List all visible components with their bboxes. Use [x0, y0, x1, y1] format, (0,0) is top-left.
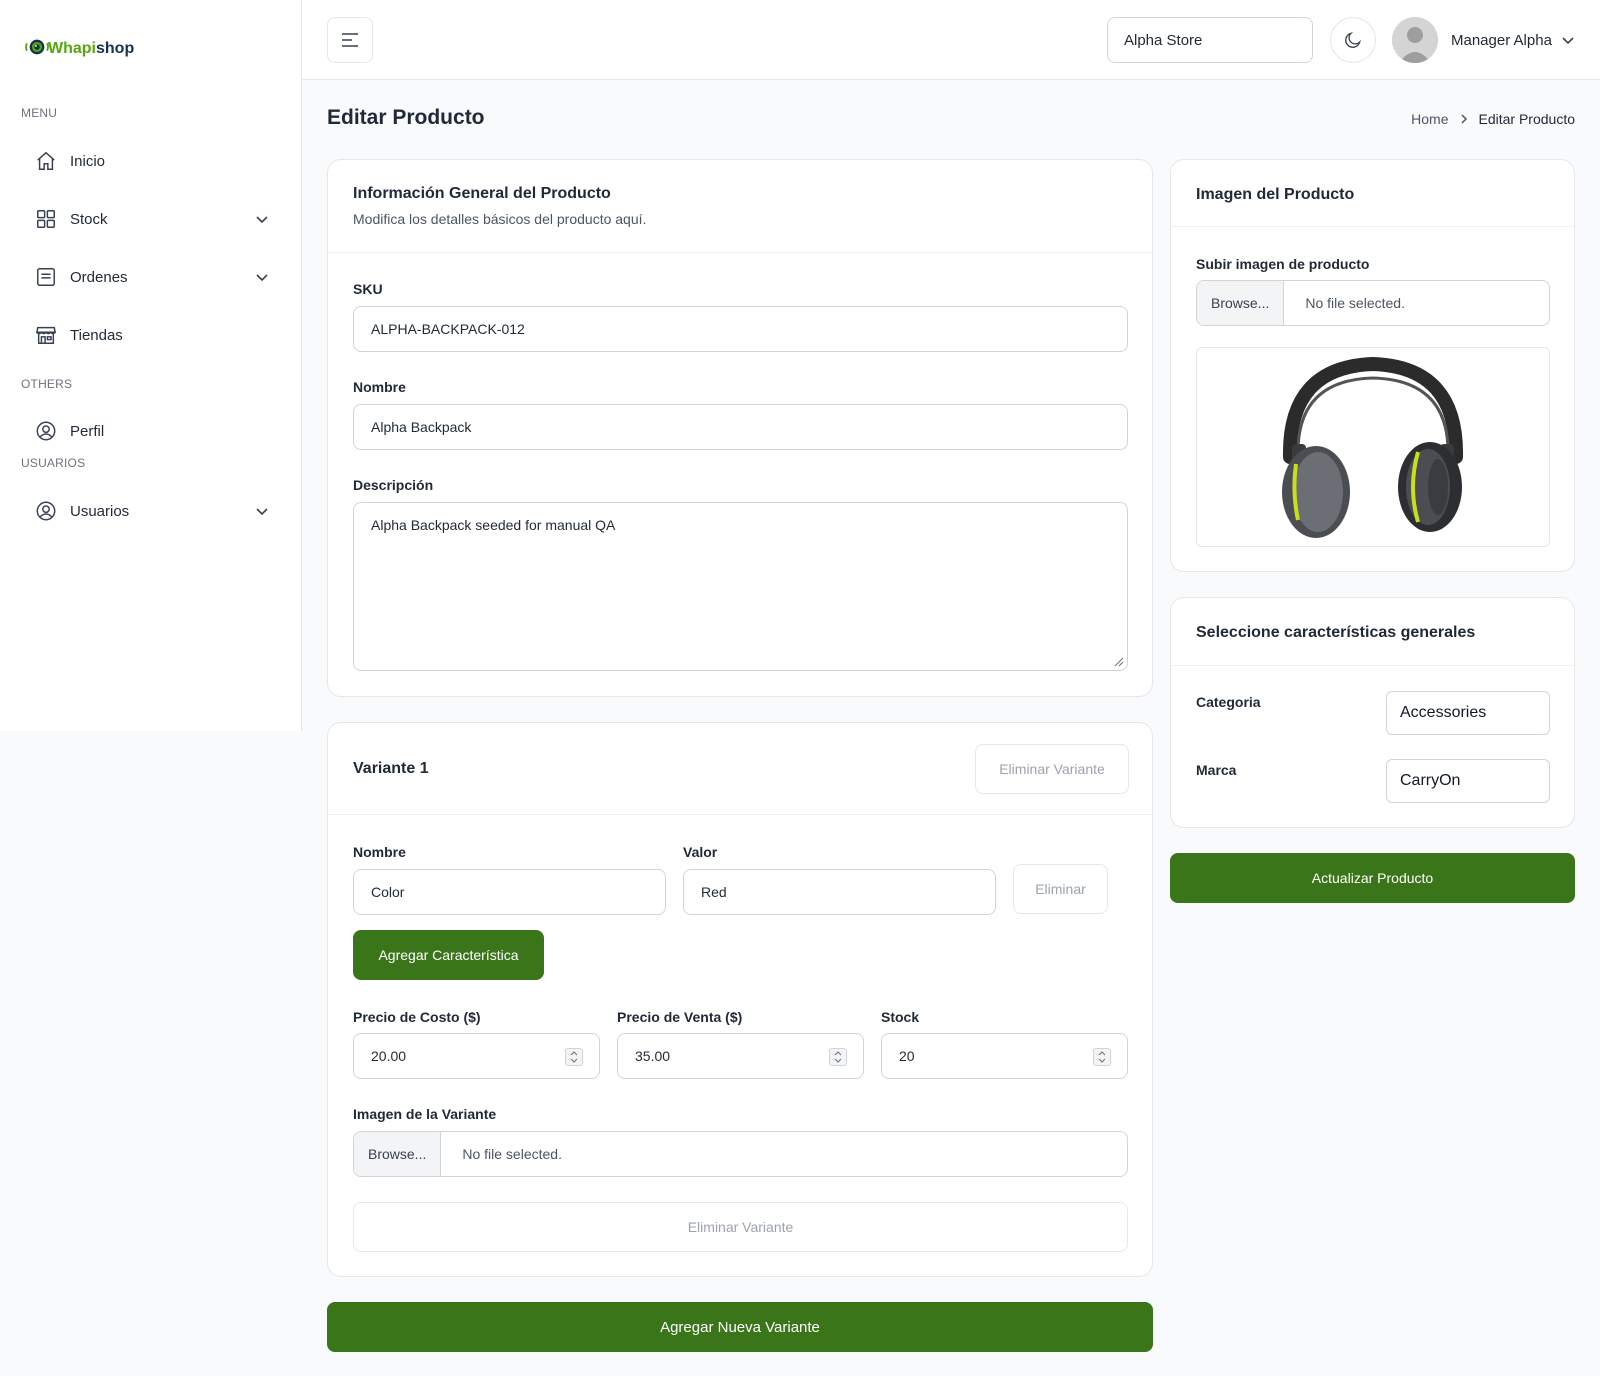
sale-price-input[interactable]: 35.00	[617, 1033, 864, 1079]
stock-input[interactable]: 20	[881, 1033, 1128, 1079]
moon-icon	[1345, 31, 1362, 48]
stock-label: Stock	[881, 1009, 920, 1025]
variant-image-input[interactable]: Browse... No file selected.	[353, 1131, 1128, 1177]
sidebar: Whapishop MENU Inicio Stock Ordenes Tien…	[0, 0, 302, 731]
category-label: Categoria	[1196, 694, 1261, 710]
attribute-name-input[interactable]: Color	[353, 869, 666, 915]
user-circle-icon	[34, 419, 58, 443]
sidebar-item-label: Ordenes	[70, 268, 128, 286]
logo-icon	[25, 39, 49, 55]
card-title: Imagen del Producto	[1196, 186, 1355, 203]
sale-price-label: Precio de Venta ($)	[617, 1009, 743, 1025]
sidebar-item-tiendas[interactable]: Tiendas	[34, 317, 270, 353]
page-title: Editar Producto	[327, 106, 485, 129]
category-select[interactable]: Accessories	[1386, 691, 1550, 735]
avatar	[1392, 17, 1438, 63]
brand-select[interactable]: CarryOn	[1386, 759, 1550, 803]
remove-variant-button[interactable]: Eliminar Variante	[975, 744, 1129, 794]
resize-handle-icon[interactable]	[1112, 655, 1124, 667]
variant-card: Variante 1 Eliminar Variante Nombre Valo…	[327, 722, 1153, 1277]
sidebar-item-label: Stock	[70, 210, 108, 228]
cost-price-value: 20.00	[371, 1048, 407, 1064]
menu-toggle-button[interactable]	[327, 17, 373, 63]
user-circle-icon	[34, 499, 58, 523]
variant-image-label: Imagen de la Variante	[353, 1106, 497, 1122]
sidebar-item-label: Tiendas	[70, 326, 123, 344]
user-name: Manager Alpha	[1451, 31, 1552, 49]
name-label: Nombre	[353, 379, 406, 395]
sale-price-value: 35.00	[635, 1048, 671, 1064]
number-spinner-icon[interactable]	[565, 1048, 583, 1066]
general-features-card: Seleccione características generales Cat…	[1170, 597, 1575, 828]
cost-price-input[interactable]: 20.00	[353, 1033, 600, 1079]
store-icon	[34, 323, 58, 347]
card-title: Seleccione características generales	[1196, 624, 1476, 641]
name-input[interactable]: Alpha Backpack	[353, 404, 1128, 450]
remove-attribute-button[interactable]: Eliminar	[1013, 864, 1108, 914]
product-image-card: Imagen del Producto Subir imagen de prod…	[1170, 159, 1575, 572]
general-info-card: Información General del Producto Modific…	[327, 159, 1153, 697]
product-image-input[interactable]: Browse... No file selected.	[1196, 280, 1550, 326]
sku-input[interactable]: ALPHA-BACKPACK-012	[353, 306, 1128, 352]
chevron-down-icon	[256, 216, 268, 224]
store-selector[interactable]: Alpha Store	[1107, 17, 1313, 63]
usuarios-group-label: USUARIOS	[21, 456, 86, 470]
sidebar-item-perfil[interactable]: Perfil	[34, 413, 270, 449]
breadcrumb-home-link[interactable]: Home	[1411, 111, 1448, 127]
sku-label: SKU	[353, 281, 383, 297]
hamburger-icon	[342, 33, 358, 47]
remove-variant-bottom-button[interactable]: Eliminar Variante	[353, 1202, 1128, 1252]
card-title: Información General del Producto	[353, 185, 611, 202]
sidebar-item-label: Perfil	[70, 422, 105, 440]
chevron-down-icon	[256, 274, 268, 282]
chevron-down-icon	[1562, 37, 1574, 45]
browse-button[interactable]: Browse...	[1197, 281, 1285, 325]
product-image-preview	[1196, 347, 1550, 547]
description-text: Alpha Backpack seeded for manual QA	[371, 517, 616, 533]
menu-group-label: MENU	[21, 106, 58, 120]
home-icon	[34, 149, 58, 173]
theme-toggle-button[interactable]	[1330, 17, 1376, 63]
sidebar-item-label: Inicio	[70, 152, 106, 170]
logo[interactable]: Whapishop	[24, 36, 134, 58]
sidebar-item-inicio[interactable]: Inicio	[34, 143, 270, 179]
chevron-down-icon	[256, 508, 268, 516]
headphones-image	[1282, 356, 1464, 538]
update-product-button[interactable]: Actualizar Producto	[1170, 853, 1575, 903]
sidebar-item-label: Usuarios	[70, 502, 130, 520]
top-header: Alpha Store Manager Alpha	[302, 0, 1600, 80]
chevron-right-icon	[1460, 114, 1467, 124]
sidebar-item-stock[interactable]: Stock	[34, 201, 270, 237]
attribute-name-label: Nombre	[353, 844, 406, 860]
list-icon	[34, 265, 58, 289]
number-spinner-icon[interactable]	[829, 1048, 847, 1066]
variant-title: Variante 1	[353, 760, 429, 777]
logo-text: Whapishop	[48, 40, 135, 57]
add-attribute-button[interactable]: Agregar Característica	[353, 930, 544, 980]
cost-price-label: Precio de Costo ($)	[353, 1009, 481, 1025]
attribute-value-input[interactable]: Red	[683, 869, 996, 915]
breadcrumb-current: Editar Producto	[1478, 111, 1576, 127]
upload-label: Subir imagen de producto	[1196, 256, 1370, 272]
breadcrumb: Home Editar Producto	[1411, 111, 1575, 127]
brand-label: Marca	[1196, 762, 1237, 778]
add-variant-button[interactable]: Agregar Nueva Variante	[327, 1302, 1153, 1352]
user-menu[interactable]: Manager Alpha	[1392, 17, 1576, 63]
file-status: No file selected.	[462, 1146, 562, 1162]
grid-icon	[34, 207, 58, 231]
sidebar-item-usuarios[interactable]: Usuarios	[34, 493, 270, 529]
attribute-value-label: Valor	[683, 844, 718, 860]
stock-value: 20	[899, 1048, 915, 1064]
description-label: Descripción	[353, 477, 434, 493]
browse-button[interactable]: Browse...	[354, 1132, 442, 1176]
card-subtitle: Modifica los detalles básicos del produc…	[353, 211, 647, 227]
description-textarea[interactable]: Alpha Backpack seeded for manual QA	[353, 502, 1128, 671]
sidebar-item-ordenes[interactable]: Ordenes	[34, 259, 270, 295]
number-spinner-icon[interactable]	[1093, 1048, 1111, 1066]
others-group-label: OTHERS	[21, 377, 73, 391]
file-status: No file selected.	[1305, 295, 1405, 311]
